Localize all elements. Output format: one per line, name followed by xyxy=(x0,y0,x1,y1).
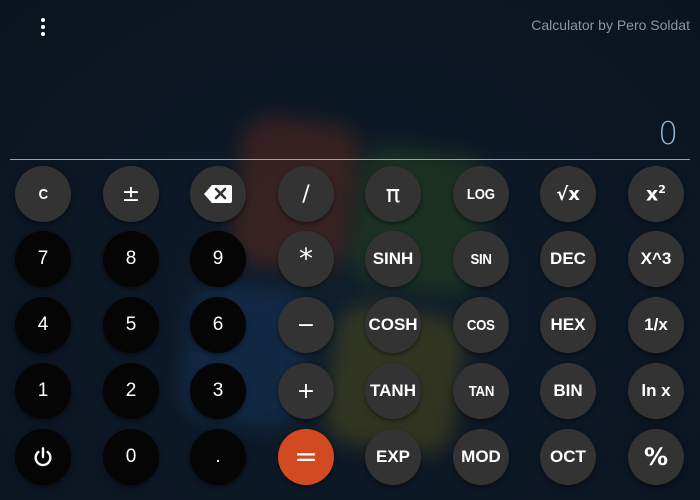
reciprocal-button[interactable]: 1/x xyxy=(628,297,684,353)
digit-6-button[interactable]: 6 xyxy=(190,297,246,353)
tanh-button[interactable]: TANH xyxy=(365,363,421,419)
sin-button[interactable]: SIN xyxy=(453,231,509,287)
app-title: Calculator by Pero Soldat xyxy=(531,17,690,33)
multiply-button[interactable]: * xyxy=(278,231,334,287)
mod-button[interactable]: MOD xyxy=(453,429,509,485)
pi-button[interactable]: π xyxy=(365,166,421,222)
exp-button[interactable]: EXP xyxy=(365,429,421,485)
digit-8-button[interactable]: 8 xyxy=(103,231,159,287)
backspace-icon xyxy=(204,185,232,203)
log-button[interactable]: LOG xyxy=(453,166,509,222)
tan-button[interactable]: TAN xyxy=(453,363,509,419)
cosh-button[interactable]: COSH xyxy=(365,297,421,353)
plus-minus-button[interactable]: ± xyxy=(103,166,159,222)
power-button[interactable] xyxy=(15,429,71,485)
digit-2-button[interactable]: 2 xyxy=(103,363,159,419)
digit-9-button[interactable]: 9 xyxy=(190,231,246,287)
power-icon xyxy=(34,447,52,467)
ln-button[interactable]: ln x xyxy=(628,363,684,419)
digit-0-button[interactable]: 0 xyxy=(103,429,159,485)
decimal-point-button[interactable]: . xyxy=(190,429,246,485)
bin-button[interactable]: BIN xyxy=(540,363,596,419)
more-vert-icon xyxy=(41,18,45,36)
digit-1-button[interactable]: 1 xyxy=(15,363,71,419)
digit-3-button[interactable]: 3 xyxy=(190,363,246,419)
digit-7-button[interactable]: 7 xyxy=(15,231,71,287)
hex-button[interactable]: HEX xyxy=(540,297,596,353)
sqrt-button[interactable]: √x xyxy=(540,166,596,222)
percent-button[interactable]: % xyxy=(628,429,684,485)
divide-button[interactable]: / xyxy=(278,166,334,222)
plus-button[interactable]: + xyxy=(278,363,334,419)
oct-button[interactable]: OCT xyxy=(540,429,596,485)
minus-button[interactable]: − xyxy=(278,297,334,353)
cos-button[interactable]: COS xyxy=(453,297,509,353)
more-menu-button[interactable] xyxy=(28,12,58,42)
display-divider xyxy=(10,159,690,160)
result-display: 0 xyxy=(658,116,678,152)
clear-button[interactable]: C xyxy=(15,166,71,222)
cube-button[interactable]: X^3 xyxy=(628,231,684,287)
sinh-button[interactable]: SINH xyxy=(365,231,421,287)
square-button[interactable]: x2 xyxy=(628,166,684,222)
dec-button[interactable]: DEC xyxy=(540,231,596,287)
equals-button[interactable]: = xyxy=(278,429,334,485)
digit-4-button[interactable]: 4 xyxy=(15,297,71,353)
digit-5-button[interactable]: 5 xyxy=(103,297,159,353)
backspace-button[interactable] xyxy=(190,166,246,222)
